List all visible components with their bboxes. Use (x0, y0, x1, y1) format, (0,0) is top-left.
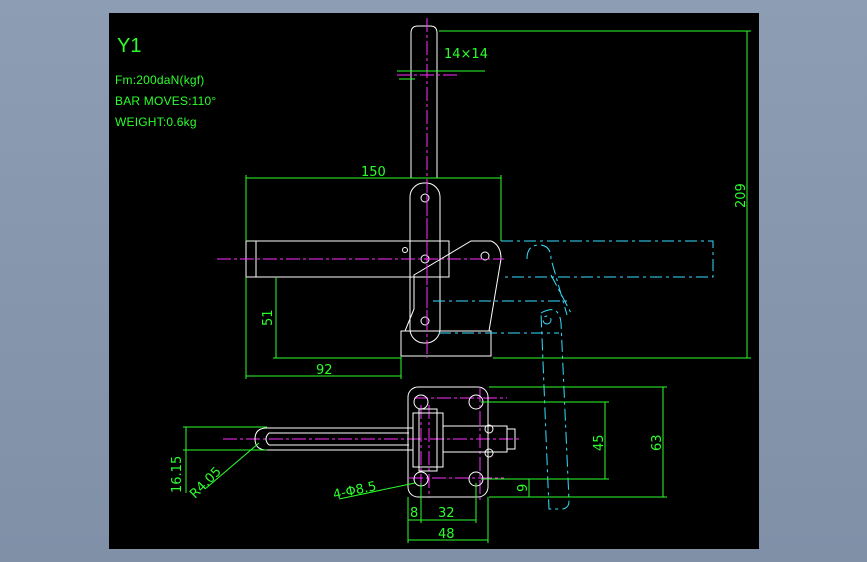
top-base-plate (407, 386, 489, 498)
top-view (254, 386, 516, 498)
dim-92: 92 (316, 363, 333, 378)
dim-51: 51 (261, 309, 276, 326)
clamp-drawing: 14×14 150 209 51 92 45 63 9 16.15 R4.05 … (170, 18, 751, 543)
clamp-body (404, 240, 502, 332)
dim-16-15: 16.15 (170, 456, 185, 493)
open-position-ghost (433, 240, 714, 510)
dim-9: 9 (516, 484, 531, 492)
centerlines (217, 18, 519, 503)
dimension-texts: 14×14 150 209 51 92 45 63 9 16.15 R4.05 … (170, 47, 749, 542)
dim-45: 45 (592, 434, 607, 451)
dim-32: 32 (438, 506, 455, 521)
dim-14x14: 14×14 (444, 47, 488, 62)
handle-bar (410, 25, 438, 179)
dim-holes: 4-Φ8.5 (332, 479, 378, 503)
dim-63: 63 (650, 434, 665, 451)
dim-8: 8 (410, 506, 418, 521)
dim-209: 209 (734, 183, 749, 208)
base-plate (400, 330, 492, 357)
dimension-lines (183, 30, 751, 543)
dim-r4-05: R4.05 (187, 464, 224, 501)
dim-150: 150 (361, 165, 386, 180)
side-view (245, 25, 502, 357)
dim-48: 48 (438, 527, 455, 542)
cad-drawing-canvas[interactable]: Y1 Fm:200daN(kgf) BAR MOVES:110° WEIGHT:… (109, 13, 759, 549)
